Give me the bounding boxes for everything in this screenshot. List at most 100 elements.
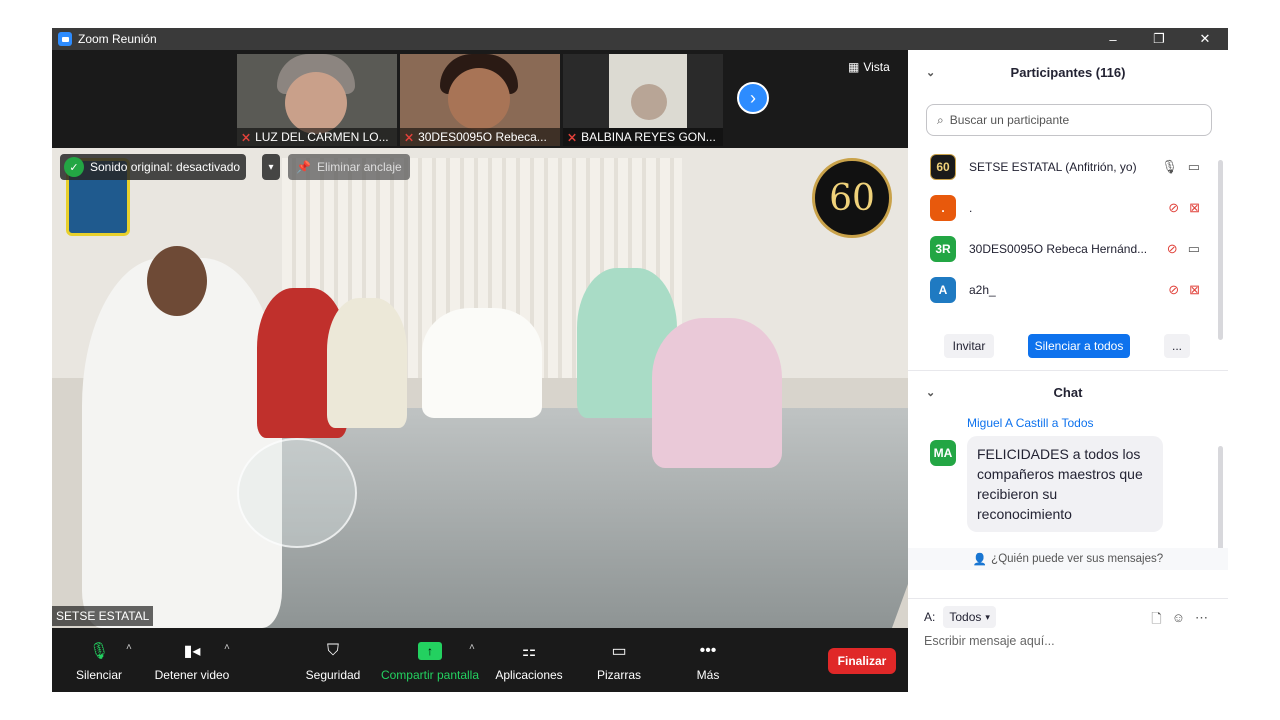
thumbnail-strip: ⨯ LUZ DEL CARMEN LO... ⨯ 30DES0095O Rebeca… <box>52 50 908 148</box>
participant-thumbnail[interactable]: ⨯ LUZ DEL CARMEN LO... <box>237 54 397 146</box>
chevron-down-icon: ▾ <box>985 611 990 622</box>
muted-mic-icon[interactable]: ⊘ <box>1168 282 1179 298</box>
whiteboards-button[interactable]: ▭ Pizarras <box>594 640 644 682</box>
participant-actions: Invitar Silenciar a todos ... <box>908 332 1228 362</box>
message-sender[interactable]: Miguel A Castill a Todos <box>967 416 1094 430</box>
invite-button[interactable]: Invitar <box>944 334 994 358</box>
who-can-see-link[interactable]: 👤 ¿Quién puede ver sus mensajes? <box>908 548 1228 570</box>
restore-button[interactable]: ❐ <box>1136 28 1182 50</box>
main-video: 60 ✓ Sonido original: desactivado ▾ 📌 El… <box>52 148 908 628</box>
chevron-down-icon[interactable]: ⌄ <box>926 386 935 399</box>
list-item[interactable]: 3R 30DES0095O Rebeca Hernánd... ⊘ ▭ <box>908 228 1228 269</box>
microphone-icon: 🎙 <box>88 643 110 660</box>
recipient-dropdown[interactable]: Todos ▾ <box>943 606 996 628</box>
chevron-up-icon[interactable]: ˄ <box>469 642 475 653</box>
security-button[interactable]: ⛉ Seguridad <box>304 640 362 682</box>
participant-thumbnail[interactable]: ⨯ BALBINA REYES GON... <box>563 54 723 146</box>
participants-header: ⌄ Participantes (116) <box>908 50 1228 94</box>
sound-dropdown-button[interactable]: ▾ <box>262 154 280 180</box>
video-off-icon[interactable]: ⊠ <box>1189 282 1200 298</box>
participant-list: 60 SETSE ESTATAL (Anfitrión, yo) 🎙 ▭ . . … <box>908 146 1228 322</box>
stop-video-button[interactable]: ▮◂ Detener video ˄ <box>152 640 232 682</box>
avatar: MA <box>930 440 956 466</box>
shield-icon: ⛉ <box>326 642 339 659</box>
chevron-up-icon[interactable]: ˄ <box>224 642 230 653</box>
shield-check-icon: ✓ <box>64 157 84 177</box>
muted-mic-icon: ⨯ <box>567 130 578 144</box>
apps-icon: ⚏ <box>521 643 537 660</box>
speaker-name-tag: SETSE ESTATAL <box>52 606 154 626</box>
video-camera-icon[interactable]: ▭ <box>1188 241 1200 257</box>
chevron-down-icon[interactable]: ⌄ <box>926 66 935 79</box>
to-label: A: <box>924 610 936 624</box>
meeting-toolbar: 🎙 Silenciar ˄ ▮◂ Detener video ˄ ⛉ Segur… <box>52 628 908 692</box>
recipient-row: A: Todos ▾ <box>924 606 996 628</box>
chat-message-input[interactable]: Escribir mensaje aquí... <box>924 634 1055 648</box>
minimize-button[interactable]: – <box>1090 28 1136 50</box>
person <box>422 308 542 418</box>
mute-button[interactable]: 🎙 Silenciar ˄ <box>74 640 132 682</box>
participants-title: Participantes (116) <box>1010 64 1126 80</box>
more-options-button[interactable]: ... <box>1164 334 1190 358</box>
video-camera-icon[interactable]: ▭ <box>1188 159 1200 175</box>
participants-scrollbar[interactable] <box>1218 160 1223 340</box>
window-title: Zoom Reunión <box>78 32 157 46</box>
next-page-button[interactable]: › <box>737 82 769 114</box>
close-button[interactable]: ✕ <box>1182 28 1228 50</box>
chat-tools: 🗋 ☺ ⋯ <box>1151 610 1208 632</box>
avatar: A <box>930 276 956 303</box>
end-meeting-button[interactable]: Finalizar <box>828 648 896 674</box>
list-item[interactable]: 60 SETSE ESTATAL (Anfitrión, yo) 🎙 ▭ <box>908 146 1228 187</box>
anniversary-60-logo: 60 <box>812 158 892 238</box>
muted-mic-icon[interactable]: ⊘ <box>1168 200 1179 216</box>
original-sound-button[interactable]: ✓ Sonido original: desactivado <box>60 154 247 180</box>
person <box>652 318 782 468</box>
chevron-right-icon: › <box>750 87 756 108</box>
pin-icon: 📌 <box>296 160 311 174</box>
video-area: ⨯ LUZ DEL CARMEN LO... ⨯ 30DES0095O Rebeca… <box>52 50 908 692</box>
mute-all-button[interactable]: Silenciar a todos <box>1028 334 1130 358</box>
avatar: 3R <box>930 235 956 262</box>
chevron-down-icon: ▾ <box>268 161 274 173</box>
chevron-up-icon[interactable]: ˄ <box>126 642 132 653</box>
muted-mic-icon[interactable]: ⊘ <box>1167 241 1178 257</box>
side-panel: ⌄ Participantes (116) ⌕ Buscar un partic… <box>908 50 1228 692</box>
search-icon: ⌕ <box>937 112 944 127</box>
more-dots-icon: ••• <box>699 642 717 659</box>
thumbnail-name: 30DES0095O Rebeca... <box>418 130 547 144</box>
avatar: 60 <box>930 153 956 180</box>
list-item[interactable]: A a2h_ ⊘ ⊠ <box>908 269 1228 310</box>
zoom-window: Zoom Reunión – ❐ ✕ ⨯ LUZ DEL CARMEN LO...… <box>52 28 1228 692</box>
zoom-app-icon <box>58 32 72 46</box>
grid-icon: ▦ <box>848 60 860 74</box>
list-item[interactable]: . . ⊘ ⊠ <box>908 187 1228 228</box>
glass-bowl <box>237 438 357 548</box>
emoji-icon[interactable]: ☺ <box>1172 610 1185 632</box>
person-icon: 👤 <box>972 554 988 566</box>
file-icon[interactable]: 🗋 <box>1151 610 1161 632</box>
more-dots-icon[interactable]: ⋯ <box>1195 610 1208 632</box>
chat-title: Chat <box>1053 384 1083 400</box>
microphone-icon[interactable]: 🎙 <box>1161 159 1178 175</box>
participant-thumbnail[interactable]: ⨯ 30DES0095O Rebeca... <box>400 54 560 146</box>
chat-header: ⌄ Chat <box>908 374 1228 410</box>
apps-button[interactable]: ⚏ Aplicaciones <box>494 640 564 682</box>
divider <box>908 370 1228 371</box>
whiteboard-icon: ▭ <box>611 643 627 660</box>
muted-mic-icon: ⨯ <box>241 130 252 144</box>
video-camera-icon: ▮◂ <box>183 643 201 660</box>
unpin-button[interactable]: 📌 Eliminar anclaje <box>288 154 410 180</box>
share-screen-button[interactable]: ↑ Compartir pantalla ˄ <box>380 640 480 682</box>
thumbnail-name: LUZ DEL CARMEN LO... <box>255 130 389 144</box>
chat-message: FELICIDADES a todos los compañeros maest… <box>967 436 1163 532</box>
person <box>327 298 407 428</box>
video-off-icon[interactable]: ⊠ <box>1189 200 1200 216</box>
divider <box>908 598 1228 599</box>
avatar: . <box>930 194 956 221</box>
view-button[interactable]: ▦ Vista <box>848 60 890 74</box>
share-arrow-icon: ↑ <box>418 642 442 660</box>
thumbnail-name: BALBINA REYES GON... <box>581 130 716 144</box>
more-button[interactable]: ••• Más <box>688 640 728 682</box>
title-bar: Zoom Reunión – ❐ ✕ <box>52 28 1228 50</box>
participant-search-input[interactable]: ⌕ Buscar un participante <box>926 104 1212 136</box>
